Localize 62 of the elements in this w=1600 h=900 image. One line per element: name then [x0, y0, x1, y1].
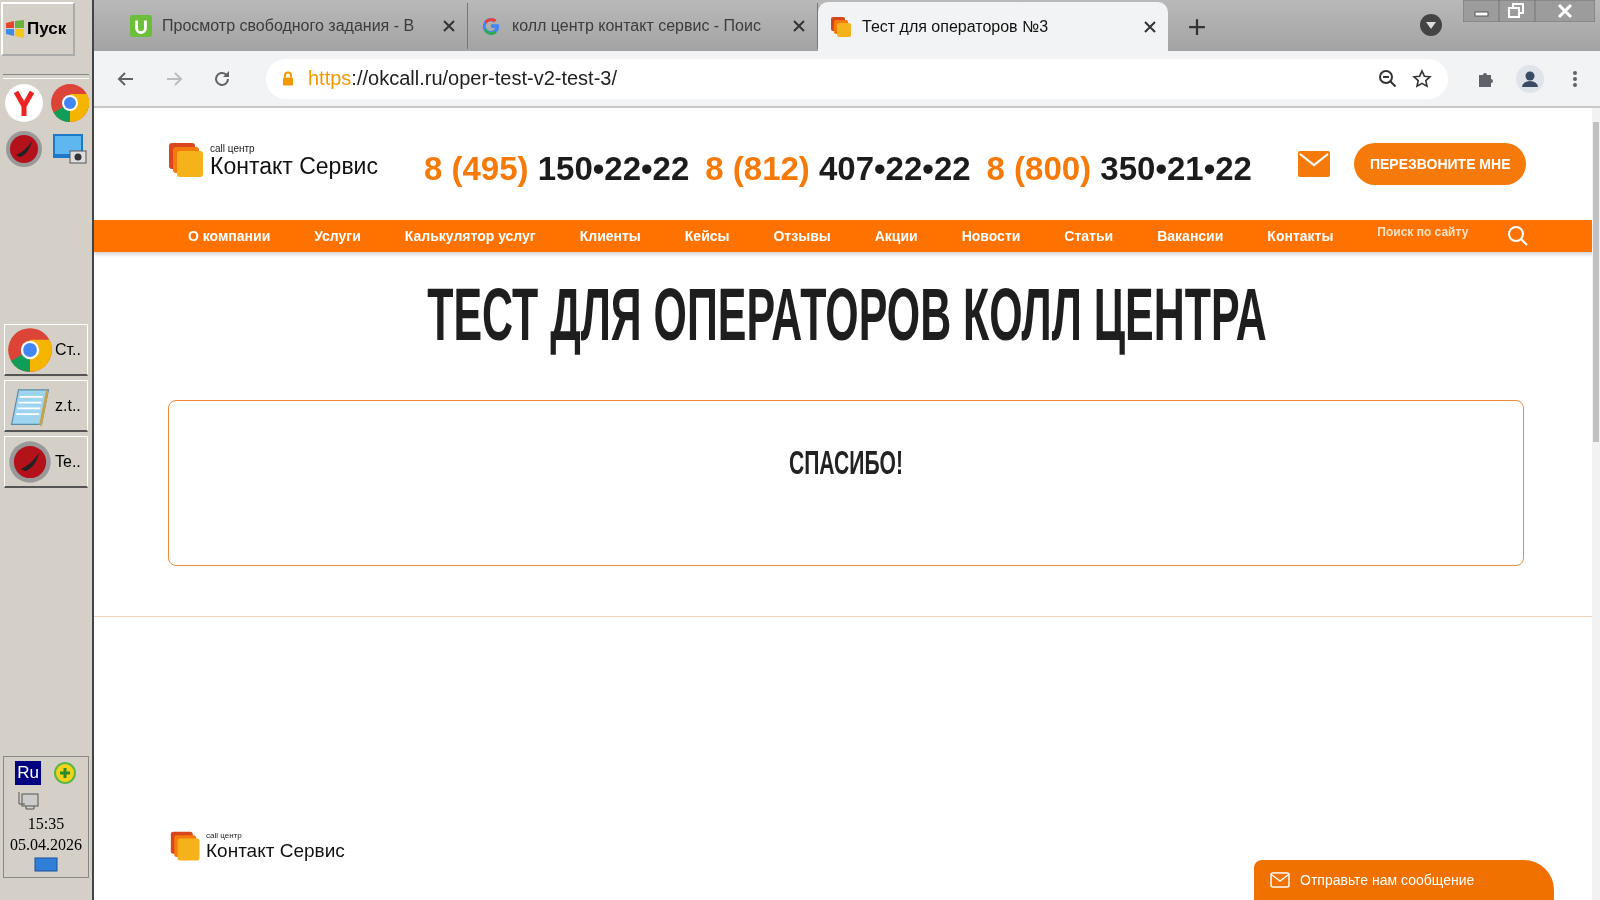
search-icon[interactable]	[1507, 225, 1530, 247]
thank-you-message: СПАСИБО!	[789, 442, 903, 483]
nav-link[interactable]: Контакты	[1267, 228, 1334, 244]
logo-name: Контакт Сервис	[206, 840, 345, 863]
search-field[interactable]: Поиск по сайту	[1377, 225, 1498, 239]
dragon-browser-icon[interactable]	[4, 129, 44, 169]
logo-tagline: call центр	[210, 142, 256, 154]
phone-number[interactable]: 8 (812) 407•22•22	[705, 150, 971, 188]
dragon-browser-icon	[7, 438, 53, 485]
logo-icon	[170, 830, 202, 863]
windows-flag-icon	[5, 20, 25, 38]
chat-button[interactable]: Отправьте нам сообщение	[1254, 860, 1554, 900]
address-bar[interactable]: https://okcall.ru/oper-test-v2-test-3/	[266, 58, 1448, 99]
restore-icon[interactable]	[1499, 0, 1535, 22]
nav-link[interactable]: Вакансии	[1157, 228, 1224, 244]
dropdown-icon[interactable]	[1419, 13, 1443, 37]
new-tab-icon[interactable]	[1188, 18, 1206, 36]
page-heading: ТЕСТ ДЛЯ ОПЕРАТОРОВ КОЛЛ ЦЕНТРА	[426, 276, 1268, 354]
zoom-out-icon[interactable]	[1378, 68, 1398, 89]
start-button[interactable]: Пуск	[1, 2, 75, 56]
mail-icon	[1270, 872, 1290, 888]
nav-link[interactable]: Статьи	[1064, 228, 1114, 244]
taskbar-button[interactable]: Ст..	[4, 324, 88, 376]
close-icon[interactable]	[793, 20, 805, 32]
nav-link[interactable]: Новости	[961, 228, 1021, 244]
scrollbar[interactable]	[1592, 108, 1600, 900]
clock-time: 15:35	[27, 815, 65, 833]
chrome-icon[interactable]	[50, 83, 90, 123]
phone-number[interactable]: 8 (800) 350•21•22	[986, 150, 1252, 188]
plus-icon[interactable]	[52, 761, 77, 785]
nav-link[interactable]: Калькулятор услуг	[404, 228, 536, 244]
minimize-icon[interactable]	[1463, 0, 1499, 22]
url-text: https://okcall.ru/oper-test-v2-test-3/	[308, 67, 617, 90]
yandex-browser-icon[interactable]	[4, 83, 44, 123]
nav-link[interactable]: Акции	[874, 228, 918, 244]
clock-date: 05.04.2026	[10, 836, 82, 854]
nav-link[interactable]: Отзывы	[773, 228, 831, 244]
callback-button[interactable]: ПЕРЕЗВОНИТЕ МНЕ	[1353, 143, 1527, 185]
menu-icon[interactable]	[1572, 68, 1578, 89]
google-icon	[480, 15, 502, 37]
taskbar-button[interactable]: z.t..	[4, 380, 88, 432]
language-indicator[interactable]: Ru	[15, 761, 41, 785]
nav-link[interactable]: Клиенты	[579, 228, 641, 244]
chrome-icon	[7, 326, 53, 373]
lock-icon	[282, 71, 294, 86]
logo-tagline: call центр	[206, 831, 243, 841]
browser-tab[interactable]: Просмотр свободного задания - В	[118, 3, 468, 49]
close-icon[interactable]	[443, 20, 455, 32]
mail-icon[interactable]	[1297, 151, 1330, 177]
nav-link[interactable]: Кейсы	[684, 228, 730, 244]
browser-tab[interactable]: Тест для операторов №3	[818, 2, 1168, 51]
logo-icon	[168, 142, 206, 180]
close-icon[interactable]	[1144, 20, 1156, 33]
phone-number[interactable]: 8 (495) 150•22•22	[423, 150, 690, 188]
nav-link[interactable]: Услуги	[314, 228, 361, 244]
profile-icon[interactable]	[1516, 64, 1544, 93]
u-letter-icon	[130, 15, 152, 37]
star-icon[interactable]	[1412, 68, 1432, 89]
show-desktop-icon[interactable]	[34, 857, 58, 873]
taskbar-button[interactable]: Te..	[4, 436, 88, 488]
layers-icon	[830, 15, 852, 38]
nav-link[interactable]: О компании	[188, 228, 271, 244]
